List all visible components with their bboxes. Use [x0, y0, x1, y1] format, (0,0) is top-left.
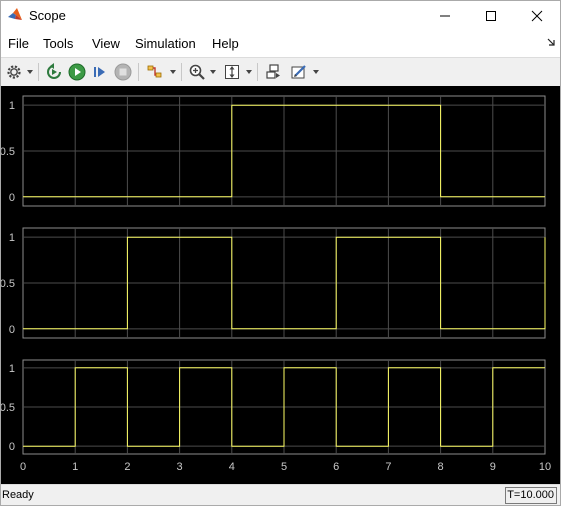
- x-tick-label: 1: [72, 461, 78, 473]
- style-button[interactable]: [288, 61, 310, 83]
- title-bar[interactable]: Scope: [1, 1, 560, 31]
- step-back-button[interactable]: [44, 61, 64, 83]
- stop-icon: [114, 63, 132, 81]
- step-forward-icon: [94, 67, 105, 77]
- x-tick-label: 0: [20, 461, 26, 473]
- scope-figure: 1 0.5 0 1 0.5 0 1 0.5 0 0 1 2 3 4 5 6 7 8 9 10: [1, 86, 560, 484]
- autoscale-icon: [225, 65, 239, 79]
- settings-icon: [7, 65, 21, 79]
- settings-button[interactable]: [4, 61, 24, 83]
- y-tick-label: 0.5: [1, 146, 15, 158]
- matlab-icon: [8, 8, 22, 20]
- scope-plot-area[interactable]: 10.5010.5010.500 1 2 3 4 5 6 7 8 9 10: [1, 86, 560, 484]
- undock-icon[interactable]: [546, 37, 556, 47]
- status-bar: Ready T=10.000: [1, 484, 560, 505]
- signal-selector-dropdown-icon[interactable]: [170, 70, 176, 74]
- y-tick-label: 0: [9, 192, 15, 204]
- simulation-time: T=10.000: [505, 487, 557, 504]
- toolbar-separator: [38, 63, 39, 81]
- x-tick-label: 4: [229, 461, 235, 473]
- style-dropdown-icon[interactable]: [313, 70, 319, 74]
- zoom-button[interactable]: [187, 61, 207, 83]
- x-tick-label: 9: [490, 461, 496, 473]
- x-tick-label: 2: [124, 461, 130, 473]
- signal-selector-button[interactable]: [144, 61, 166, 83]
- toolbar-separator: [138, 63, 139, 81]
- zoom-dropdown-icon[interactable]: [210, 70, 216, 74]
- menu-bar: File Tools View Simulation Help: [1, 31, 560, 57]
- window-title: Scope: [29, 8, 66, 23]
- y-tick-label: 1: [9, 363, 15, 375]
- maximize-button[interactable]: [468, 1, 514, 31]
- autoscale-dropdown-icon[interactable]: [246, 70, 252, 74]
- scope-window: Scope File Tools View Simulation Help 1 …: [0, 0, 561, 506]
- y-tick-label: 1: [9, 232, 15, 244]
- menu-help[interactable]: Help: [212, 36, 239, 51]
- menu-file[interactable]: File: [8, 36, 29, 51]
- minimize-button[interactable]: [422, 1, 468, 31]
- toolbar-separator: [257, 63, 258, 81]
- y-tick-label: 0: [9, 324, 15, 336]
- step-back-icon: [47, 63, 61, 79]
- autoscale-button[interactable]: [221, 61, 243, 83]
- highlight-block-button[interactable]: [263, 61, 283, 83]
- signal-selector-icon: [147, 65, 162, 78]
- minimize-icon: [440, 15, 450, 17]
- zoom-icon: [189, 64, 205, 80]
- run-icon: [68, 63, 86, 81]
- x-tick-label: 6: [333, 461, 339, 473]
- menu-simulation[interactable]: Simulation: [135, 36, 196, 51]
- x-tick-label: 3: [177, 461, 183, 473]
- y-tick-label: 0.5: [1, 402, 15, 414]
- settings-dropdown-icon[interactable]: [27, 70, 33, 74]
- toolbar: [1, 57, 560, 87]
- y-tick-label: 1: [9, 100, 15, 112]
- status-text: Ready: [2, 489, 34, 501]
- y-tick-label: 0: [9, 441, 15, 453]
- x-tick-label: 5: [281, 461, 287, 473]
- highlight-block-icon: [266, 64, 280, 79]
- menu-view[interactable]: View: [92, 36, 120, 51]
- x-tick-label: 8: [438, 461, 444, 473]
- run-button[interactable]: [67, 61, 87, 83]
- step-forward-button[interactable]: [90, 61, 110, 83]
- y-tick-label: 0.5: [1, 278, 15, 290]
- maximize-icon: [486, 11, 496, 21]
- x-tick-label: 7: [385, 461, 391, 473]
- style-icon: [291, 65, 306, 79]
- close-icon: [531, 10, 543, 22]
- x-tick-label: 10: [539, 461, 551, 473]
- toolbar-separator: [181, 63, 182, 81]
- menu-tools[interactable]: Tools: [43, 36, 73, 51]
- close-button[interactable]: [514, 1, 560, 31]
- stop-button[interactable]: [113, 61, 133, 83]
